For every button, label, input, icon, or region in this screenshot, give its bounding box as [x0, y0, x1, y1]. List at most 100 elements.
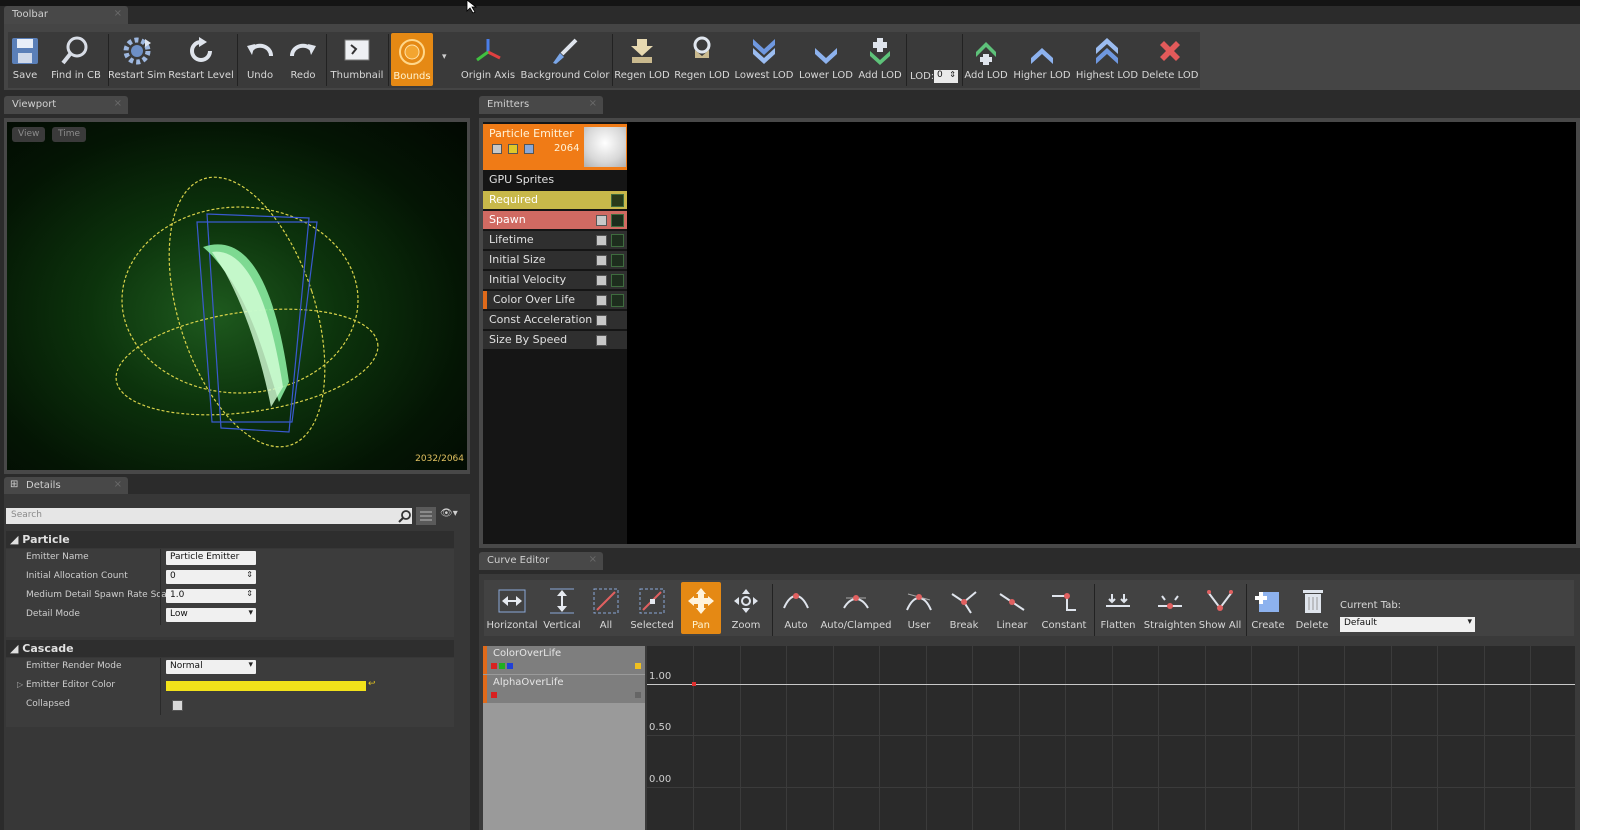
break-button[interactable]: Break — [944, 582, 984, 638]
highest-lod-button[interactable]: Highest LOD — [1076, 32, 1138, 88]
tab-emitters[interactable]: Emitters × — [479, 96, 603, 114]
render-mode-icon[interactable] — [524, 144, 534, 154]
module-const-acceleration[interactable]: Const Acceleration — [483, 311, 627, 329]
undo-button[interactable]: Undo — [240, 32, 280, 88]
initial-allocation-count-field[interactable]: 0 — [166, 570, 256, 584]
regen-lod-button-2[interactable]: Regen LOD — [674, 32, 730, 88]
delete-tab-button[interactable]: Delete — [1292, 582, 1332, 638]
curve-icon[interactable] — [611, 194, 624, 207]
solo-icon[interactable] — [508, 144, 518, 154]
particle-section-header[interactable]: ◢ Particle — [6, 531, 454, 548]
reset-icon[interactable]: ↩ — [368, 679, 376, 689]
thumbnail-button[interactable]: Thumbnail — [330, 32, 384, 88]
show-all-button[interactable]: Show All — [1198, 582, 1242, 638]
close-icon[interactable]: × — [114, 8, 122, 19]
tab-curve-editor[interactable]: Curve Editor × — [479, 552, 603, 570]
close-icon[interactable]: × — [589, 554, 597, 565]
delete-lod-button[interactable]: Delete LOD — [1142, 32, 1198, 88]
module-checkbox[interactable] — [596, 295, 607, 306]
curve-visibility-toggle[interactable] — [635, 692, 641, 698]
channel-alpha[interactable] — [491, 692, 497, 698]
curve-visibility-toggle[interactable] — [635, 663, 641, 669]
fit-selected-button[interactable]: Selected — [630, 582, 674, 638]
horizontal-button[interactable]: Horizontal — [486, 582, 538, 638]
module-spawn[interactable]: Spawn — [483, 211, 627, 229]
curve-icon[interactable] — [611, 254, 624, 267]
flatten-button[interactable]: Flatten — [1098, 582, 1138, 638]
higher-lod-button[interactable]: Higher LOD — [1013, 32, 1071, 88]
linear-button[interactable]: Linear — [990, 582, 1034, 638]
fit-all-button[interactable]: All — [588, 582, 624, 638]
channel-red[interactable] — [491, 663, 497, 669]
vertical-button[interactable]: Vertical — [542, 582, 582, 638]
channel-green[interactable] — [499, 663, 505, 669]
lower-lod-button[interactable]: Lower LOD — [799, 32, 853, 88]
module-checkbox[interactable] — [596, 215, 607, 226]
close-icon[interactable]: × — [589, 98, 597, 109]
tab-toolbar[interactable]: Toolbar × — [4, 6, 128, 24]
enable-checkbox[interactable] — [492, 144, 502, 154]
module-checkbox[interactable] — [596, 275, 607, 286]
add-lod-button-2[interactable]: Add LOD — [964, 32, 1008, 88]
detail-mode-select[interactable]: Low — [166, 608, 256, 622]
search-input[interactable]: Search — [6, 508, 412, 524]
view-button[interactable]: View — [12, 127, 46, 142]
module-initial-velocity[interactable]: Initial Velocity — [483, 271, 627, 289]
module-checkbox[interactable] — [596, 235, 607, 246]
background-color-button[interactable]: Background Color — [521, 32, 609, 88]
lod-input[interactable]: 0 ⇕ — [934, 70, 958, 83]
curve-item-color-over-life[interactable]: ColorOverLife — [483, 646, 645, 674]
straighten-button[interactable]: Straighten — [1142, 582, 1198, 638]
render-mode-select[interactable]: Normal — [166, 660, 256, 674]
zoom-button[interactable]: Zoom — [726, 582, 766, 638]
emitters-canvas[interactable] — [483, 122, 1576, 544]
save-button[interactable]: Save — [8, 32, 42, 88]
constant-button[interactable]: Constant — [1040, 582, 1088, 638]
close-icon[interactable]: × — [114, 479, 122, 490]
module-initial-size[interactable]: Initial Size — [483, 251, 627, 269]
search-icon[interactable] — [398, 509, 412, 523]
tab-viewport[interactable]: Viewport × — [4, 96, 128, 114]
module-checkbox[interactable] — [596, 255, 607, 266]
spinner-icon[interactable]: ⇕ — [949, 70, 956, 79]
curve-item-alpha-over-life[interactable]: AlphaOverLife — [483, 675, 645, 703]
collapsed-checkbox[interactable] — [172, 700, 183, 711]
time-button[interactable]: Time — [52, 127, 87, 142]
emitter-name-field[interactable]: Particle Emitter — [166, 551, 256, 565]
spawn-rate-scale-field[interactable]: 1.0 — [166, 589, 256, 603]
cascade-section-header[interactable]: ◢ Cascade — [6, 640, 454, 657]
tab-details[interactable]: ⊞ Details × — [4, 477, 128, 495]
curve-icon[interactable] — [611, 214, 624, 227]
origin-axis-button[interactable]: Origin Axis — [460, 32, 516, 88]
emitter-type[interactable]: GPU Sprites — [483, 171, 627, 189]
add-lod-button[interactable]: Add LOD — [858, 32, 902, 88]
module-checkbox[interactable] — [596, 335, 607, 346]
collapse-icon[interactable]: ◢ — [10, 533, 22, 546]
module-size-by-speed[interactable]: Size By Speed — [483, 331, 627, 349]
curve-key-point[interactable] — [692, 682, 696, 686]
curve-icon[interactable] — [611, 274, 624, 287]
lowest-lod-button[interactable]: Lowest LOD — [734, 32, 794, 88]
pan-button[interactable]: Pan — [681, 582, 721, 634]
restart-sim-button[interactable]: Restart Sim — [108, 32, 166, 88]
module-required[interactable]: Required — [483, 191, 627, 209]
find-in-cb-button[interactable]: Find in CB — [46, 32, 106, 88]
channel-blue[interactable] — [507, 663, 513, 669]
curve-icon[interactable] — [611, 294, 624, 307]
current-tab-select[interactable]: Default — [1340, 617, 1475, 632]
module-checkbox[interactable] — [596, 315, 607, 326]
expand-icon[interactable]: ▷ — [17, 680, 23, 689]
curve-line[interactable] — [647, 684, 1575, 685]
auto-button[interactable]: Auto — [776, 582, 816, 638]
curve-icon[interactable] — [611, 234, 624, 247]
restart-level-button[interactable]: Restart Level — [168, 32, 234, 88]
redo-button[interactable]: Redo — [284, 32, 322, 88]
editor-color-swatch[interactable] — [166, 681, 366, 691]
close-icon[interactable]: × — [114, 98, 122, 109]
collapse-icon[interactable]: ◢ — [10, 642, 22, 655]
module-lifetime[interactable]: Lifetime — [483, 231, 627, 249]
regen-lod-button[interactable]: Regen LOD — [614, 32, 670, 88]
module-color-over-life[interactable]: Color Over Life — [483, 291, 627, 309]
eye-icon[interactable]: 👁▾ — [440, 508, 458, 519]
auto-clamped-button[interactable]: Auto/Clamped — [820, 582, 892, 638]
